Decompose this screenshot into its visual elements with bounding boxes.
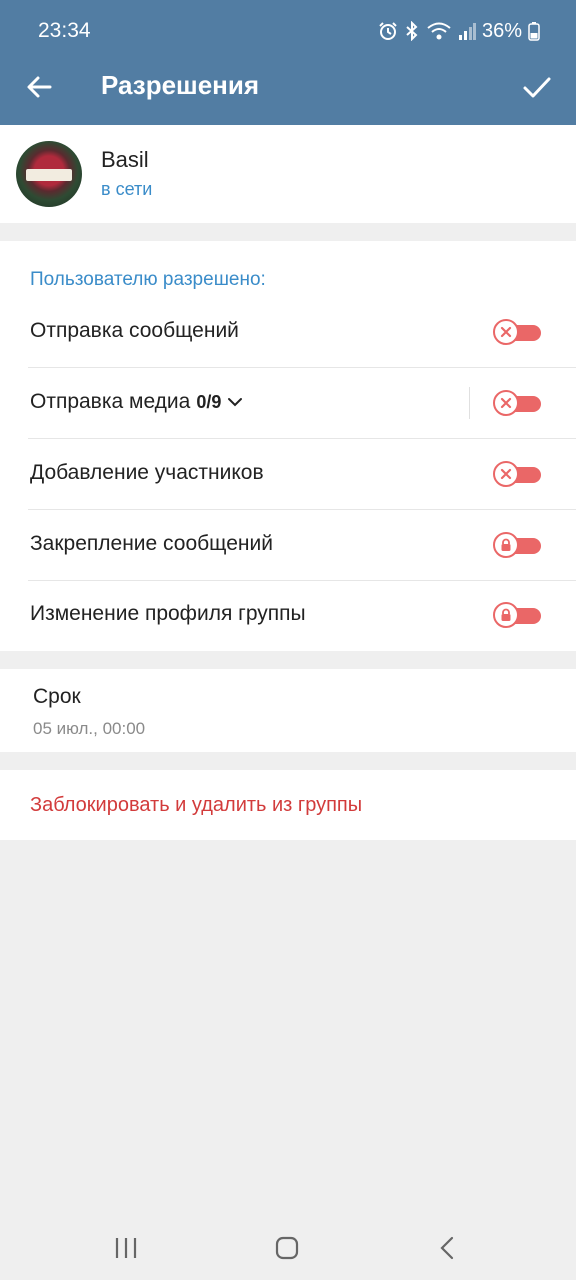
toggle-knob	[493, 461, 519, 487]
permission-label: Отправка медиа 0/9	[30, 390, 243, 414]
bluetooth-icon	[406, 21, 418, 41]
permissions-section: Пользователю разрешено: Отправка сообщен…	[0, 241, 576, 651]
battery-icon	[528, 22, 540, 41]
permission-label: Изменение профиля группы	[30, 602, 306, 626]
restriction-term[interactable]: Срок 05 июл., 00:00	[0, 669, 576, 752]
system-nav-bar	[0, 1216, 576, 1280]
status-icons: 36%	[378, 17, 540, 45]
permission-toggle[interactable]	[493, 390, 541, 416]
permission-row-send-messages[interactable]: Отправка сообщений	[0, 297, 576, 368]
media-count: 0/9	[196, 391, 222, 412]
vertical-separator	[469, 387, 470, 419]
permission-toggle-locked[interactable]	[493, 532, 541, 558]
recent-apps-icon[interactable]	[108, 1234, 144, 1262]
x-icon	[500, 326, 512, 338]
wifi-icon	[427, 22, 451, 40]
block-and-remove-section: Заблокировать и удалить из группы	[0, 770, 576, 840]
check-icon[interactable]	[520, 70, 554, 104]
permission-label-text: Отправка сообщений	[30, 319, 239, 342]
permission-toggle[interactable]	[493, 319, 541, 345]
toggle-knob	[493, 390, 519, 416]
block-and-remove-button[interactable]: Заблокировать и удалить из группы	[30, 794, 362, 817]
permission-toggle-locked[interactable]	[493, 602, 541, 628]
signal-icon	[458, 23, 476, 40]
permission-row-send-media[interactable]: Отправка медиа 0/9	[0, 368, 576, 439]
permission-label-text: Изменение профиля группы	[30, 602, 306, 625]
back-arrow-icon[interactable]	[22, 70, 56, 104]
x-icon	[500, 468, 512, 480]
permission-row-pin-messages[interactable]: Закрепление сообщений	[0, 510, 576, 581]
back-nav-icon[interactable]	[430, 1234, 466, 1262]
permission-label-text: Добавление участников	[30, 461, 264, 484]
x-icon	[500, 397, 512, 409]
avatar	[16, 141, 82, 207]
permission-row-change-group-info[interactable]: Изменение профиля группы	[0, 580, 576, 651]
app-header: 23:34 36% Разрешения	[0, 0, 576, 125]
battery-level: 36%	[481, 19, 522, 42]
status-bar: 23:34 36%	[0, 0, 576, 64]
toggle-knob	[493, 532, 519, 558]
permissions-section-title: Пользователю разрешено:	[30, 269, 266, 290]
term-value: 05 июл., 00:00	[33, 719, 146, 738]
permission-label-text: Закрепление сообщений	[30, 532, 273, 555]
permission-toggle[interactable]	[493, 461, 541, 487]
toggle-knob	[493, 602, 519, 628]
user-online-status: в сети	[101, 179, 153, 199]
user-card[interactable]: Basil в сети	[0, 125, 576, 223]
permission-label-text: Отправка медиа	[30, 390, 191, 413]
lock-icon	[501, 538, 511, 551]
chevron-down-icon[interactable]	[227, 395, 243, 409]
avatar-logo	[26, 169, 72, 181]
term-title: Срок	[33, 685, 81, 708]
alarm-icon	[379, 22, 397, 40]
user-name: Basil	[101, 147, 149, 172]
permission-row-add-members[interactable]: Добавление участников	[0, 439, 576, 510]
permission-label: Закрепление сообщений	[30, 532, 273, 556]
permission-label: Добавление участников	[30, 461, 264, 485]
home-icon[interactable]	[269, 1234, 305, 1262]
page-title: Разрешения	[101, 70, 260, 100]
lock-icon	[501, 608, 511, 621]
toggle-knob	[493, 319, 519, 345]
status-time: 23:34	[38, 19, 91, 42]
permission-label: Отправка сообщений	[30, 319, 239, 343]
